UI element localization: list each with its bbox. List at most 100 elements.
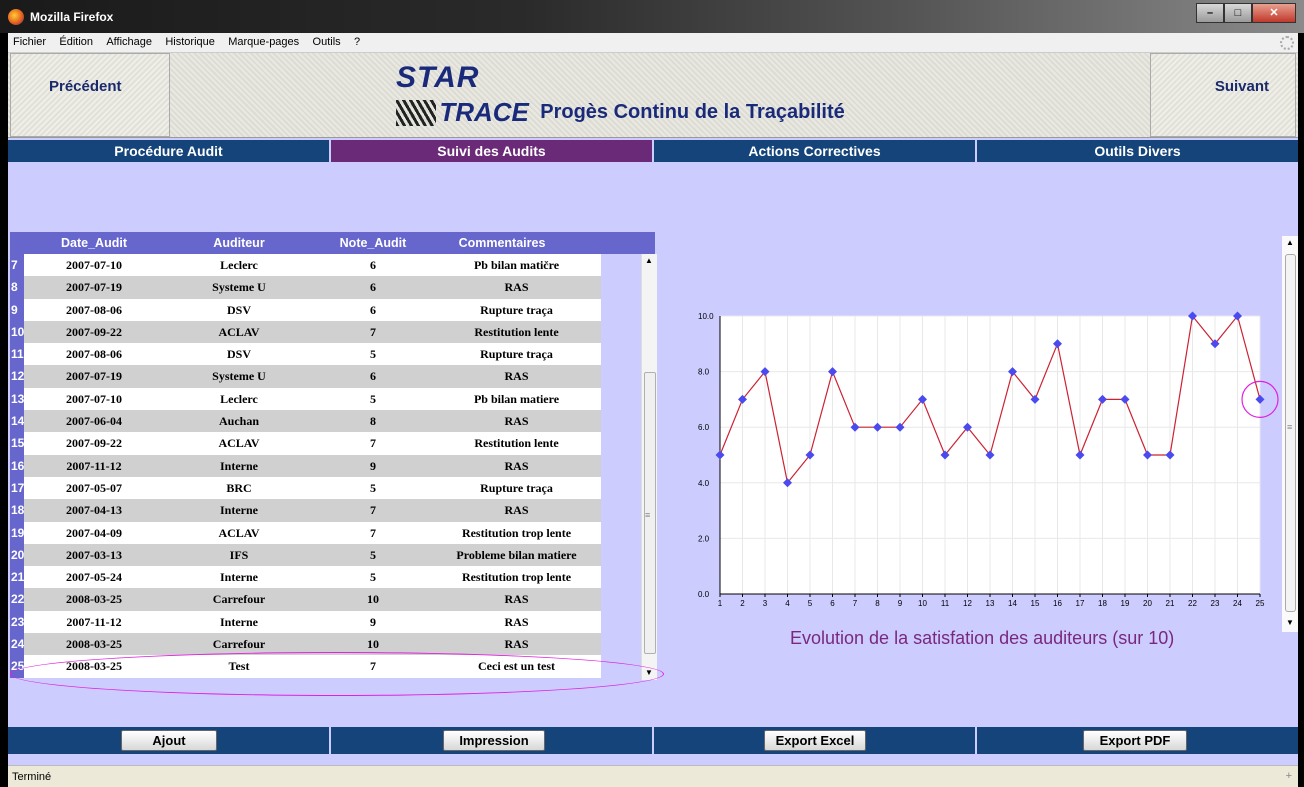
menu-marque-pages[interactable]: Marque-pages [223,33,304,51]
tab-actions-correctives[interactable]: Actions Correctives [654,140,977,162]
row-number: 10 [10,320,24,344]
table-row[interactable]: 11 2007-08-06 DSV 5 Rupture traça [10,343,655,366]
table-scrollbar[interactable]: ▲ ≡ ▼ [641,254,657,680]
menu-help[interactable]: ? [349,33,365,51]
page-scroll-grip-icon: ≡ [1287,422,1293,432]
table-row[interactable]: 15 2007-09-22 ACLAV 7 Restitution lente [10,432,655,455]
table-row[interactable]: 20 2007-03-13 IFS 5 Probleme bilan matiere [10,543,655,567]
maximize-button[interactable]: □ [1224,3,1252,23]
table-row[interactable]: 16 2007-11-12 Interne 9 RAS [10,454,655,477]
menu-outils[interactable]: Outils [308,33,346,51]
row-number: 8 [10,276,24,299]
cell-commentaire: Restitution lente [432,432,601,455]
previous-label: Précédent [49,78,122,95]
page-viewport: Précédent STAR TRACE Progès Continu de l… [8,53,1298,765]
cell-note: 5 [314,387,432,411]
tab-suivi-des-audits[interactable]: Suivi des Audits [331,140,654,162]
menu-historique[interactable]: Historique [160,33,220,51]
cell-auditeur: Leclerc [164,387,314,411]
chart-x-tick-label: 3 [763,599,768,608]
page-scroll-up-icon[interactable]: ▲ [1286,238,1294,247]
minimize-button[interactable]: – [1196,3,1224,23]
window-titlebar: Mozilla Firefox – □ ✕ [0,0,1304,33]
chart-svg: 0.02.04.06.08.010.01 2 3 4 5 6 7 8 9 10 11 12 13 14 15… [698,311,1279,608]
cell-commentaire: Restitution lente [432,320,601,344]
table-row[interactable]: 10 2007-09-22 ACLAV 7 Restitution lente [10,320,655,344]
page-scroll-thumb[interactable] [1285,254,1296,612]
table-row[interactable]: 23 2007-11-12 Interne 9 RAS [10,610,655,634]
chart-x-tick-label: 17 [1076,599,1085,608]
chart-x-tick-label: 13 [986,599,995,608]
cell-auditeur: Interne [164,454,314,477]
column-header-commentaires[interactable]: Commentaires [432,232,572,254]
table-row[interactable]: 14 2007-06-04 Auchan 8 RAS [10,410,655,433]
cell-auditeur: Systeme U [164,276,314,299]
table-row[interactable]: 9 2007-08-06 DSV 6 Rupture traça [10,298,655,321]
chart-x-tick-label: 5 [808,599,813,608]
table-row[interactable]: 7 2007-07-10 Leclerc 6 Pb bilan matičre [10,254,655,277]
cell-date: 2007-04-13 [24,499,164,522]
table-row[interactable]: 21 2007-05-24 Interne 5 Restitution trop len… [10,566,655,589]
cell-commentaire: Pb bilan matiere [432,387,601,411]
scroll-up-icon[interactable]: ▲ [645,256,653,265]
menu-affichage[interactable]: Affichage [101,33,157,51]
cell-date: 2007-06-04 [24,410,164,433]
scroll-down-icon[interactable]: ▼ [645,668,653,677]
chart-x-tick-label: 2 [740,599,745,608]
close-button[interactable]: ✕ [1252,3,1296,23]
table-row[interactable]: 22 2008-03-25 Carrefour 10 RAS [10,588,655,611]
ajout-button[interactable]: Ajout [121,730,217,751]
cell-note: 7 [314,432,432,455]
table-row[interactable]: 13 2007-07-10 Leclerc 5 Pb bilan matiere [10,387,655,411]
cell-commentaire: RAS [432,410,601,433]
audit-table: Date_Audit Auditeur Note_Audit Commentai… [10,232,660,682]
table-row[interactable]: 25 2008-03-25 Test 7 Ceci est un test [10,655,655,678]
cell-note: 7 [314,521,432,544]
cell-date: 2007-08-06 [24,298,164,321]
next-button[interactable]: Suivant [1150,53,1296,137]
chart-title: Evolution de la satisfation des auditeur… [790,628,1175,648]
table-row[interactable]: 18 2007-04-13 Interne 7 RAS [10,499,655,522]
cell-note: 6 [314,276,432,299]
cell-commentaire: RAS [432,499,601,522]
menu-edition[interactable]: Édition [54,33,98,51]
column-header-date[interactable]: Date_Audit [24,232,164,254]
column-header-auditeur[interactable]: Auditeur [164,232,314,254]
export-pdf-button[interactable]: Export PDF [1083,730,1187,751]
column-header-note[interactable]: Note_Audit [314,232,432,254]
row-number: 23 [10,610,24,634]
cell-date: 2007-07-19 [24,276,164,299]
row-number: 16 [10,454,24,477]
tab-procedure-audit[interactable]: Procédure Audit [8,140,331,162]
export-excel-button[interactable]: Export Excel [764,730,866,751]
cell-date: 2008-03-25 [24,588,164,611]
cell-note: 7 [314,499,432,522]
cell-auditeur: Leclerc [164,254,314,277]
table-row[interactable]: 24 2008-03-25 Carrefour 10 RAS [10,633,655,656]
previous-button[interactable]: Précédent [10,53,170,137]
cell-auditeur: IFS [164,543,314,567]
chart-y-tick-label: 8.0 [698,368,710,377]
row-number: 22 [10,588,24,611]
action-cell-export-excel: Export Excel [654,727,977,754]
action-cell-export-pdf: Export PDF [977,727,1298,754]
table-row[interactable]: 12 2007-07-19 Systeme U 6 RAS [10,365,655,388]
page-scrollbar[interactable]: ▲ ≡ ▼ [1282,236,1298,632]
table-row[interactable]: 8 2007-07-19 Systeme U 6 RAS [10,276,655,299]
chart-x-tick-label: 21 [1166,599,1175,608]
resize-grip-icon[interactable]: + [1286,770,1292,782]
table-body: 7 2007-07-10 Leclerc 6 Pb bilan matičre 8 2007… [10,254,655,678]
menu-fichier[interactable]: Fichier [8,33,51,51]
chart-x-tick-label: 20 [1143,599,1152,608]
cell-auditeur: BRC [164,476,314,500]
chart-x-tick-label: 24 [1233,599,1242,608]
cell-note: 10 [314,633,432,656]
page-scroll-down-icon[interactable]: ▼ [1286,618,1294,627]
impression-button[interactable]: Impression [443,730,545,751]
table-row[interactable]: 19 2007-04-09 ACLAV 7 Restitution trop lente [10,521,655,544]
cell-date: 2007-09-22 [24,320,164,344]
cell-note: 10 [314,588,432,611]
row-number: 18 [10,499,24,522]
tab-outils-divers[interactable]: Outils Divers [977,140,1298,162]
table-row[interactable]: 17 2007-05-07 BRC 5 Rupture traça [10,476,655,500]
